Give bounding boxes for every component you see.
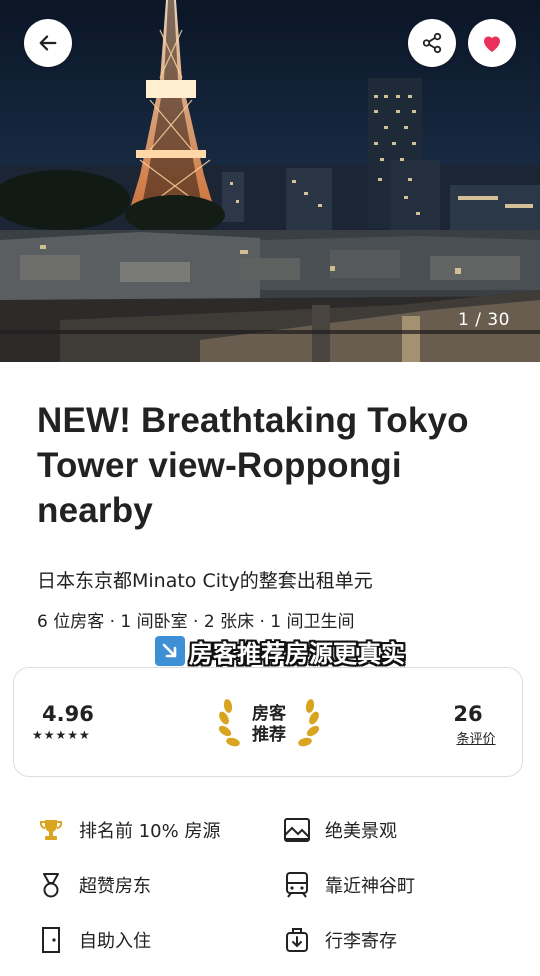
share-icon <box>422 32 442 54</box>
rating-stars: ★★★★★ <box>32 728 91 742</box>
listing-photo[interactable]: 1 / 30 <box>0 0 540 362</box>
overlay-caption-text: 房客推荐房源更真实 <box>189 639 405 668</box>
highlight-great-view: 绝美景观 <box>283 816 397 844</box>
highlight-luggage-storage: 行李寄存 <box>283 926 397 954</box>
highlight-near-station: 靠近神谷町 <box>283 871 415 899</box>
tokyo-tower-night-photo <box>0 0 540 362</box>
share-button[interactable] <box>408 19 456 67</box>
trophy-icon <box>37 816 65 844</box>
favorite-button[interactable] <box>468 19 516 67</box>
door-icon <box>37 926 65 954</box>
guest-favorite-card[interactable]: 4.96 ★★★★★ 房客 推荐 26 条评价 <box>13 667 523 777</box>
arrow-left-icon <box>39 35 57 51</box>
train-icon <box>283 871 311 899</box>
arrow-down-right-icon <box>155 636 185 666</box>
reviews-link[interactable]: 条评价 <box>446 728 506 747</box>
overlay-caption: 房客推荐房源更真实 <box>155 634 405 668</box>
back-button[interactable] <box>24 19 72 67</box>
listing-details: 6 位房客 · 1 间卧室 · 2 张床 · 1 间卫生间 <box>37 612 355 632</box>
photo-counter: 1 / 30 <box>458 310 510 330</box>
guest-favorite-label: 房客 推荐 <box>252 704 286 745</box>
rating-value: 4.96 <box>42 702 94 726</box>
listing-subtitle: 日本东京都Minato City的整套出租单元 <box>37 570 373 592</box>
medal-icon <box>37 871 65 899</box>
heart-icon <box>484 36 500 52</box>
highlight-superhost: 超赞房东 <box>37 871 151 899</box>
review-count: 26 <box>453 702 483 726</box>
luggage-icon <box>283 926 311 954</box>
landscape-icon <box>283 816 311 844</box>
highlight-top-10: 排名前 10% 房源 <box>37 816 220 844</box>
listing-title: NEW! Breathtaking Tokyo Tower view-Roppo… <box>37 401 469 530</box>
highlight-self-checkin: 自助入住 <box>37 926 151 954</box>
guest-favorite-badge: 房客 推荐 <box>214 698 324 754</box>
